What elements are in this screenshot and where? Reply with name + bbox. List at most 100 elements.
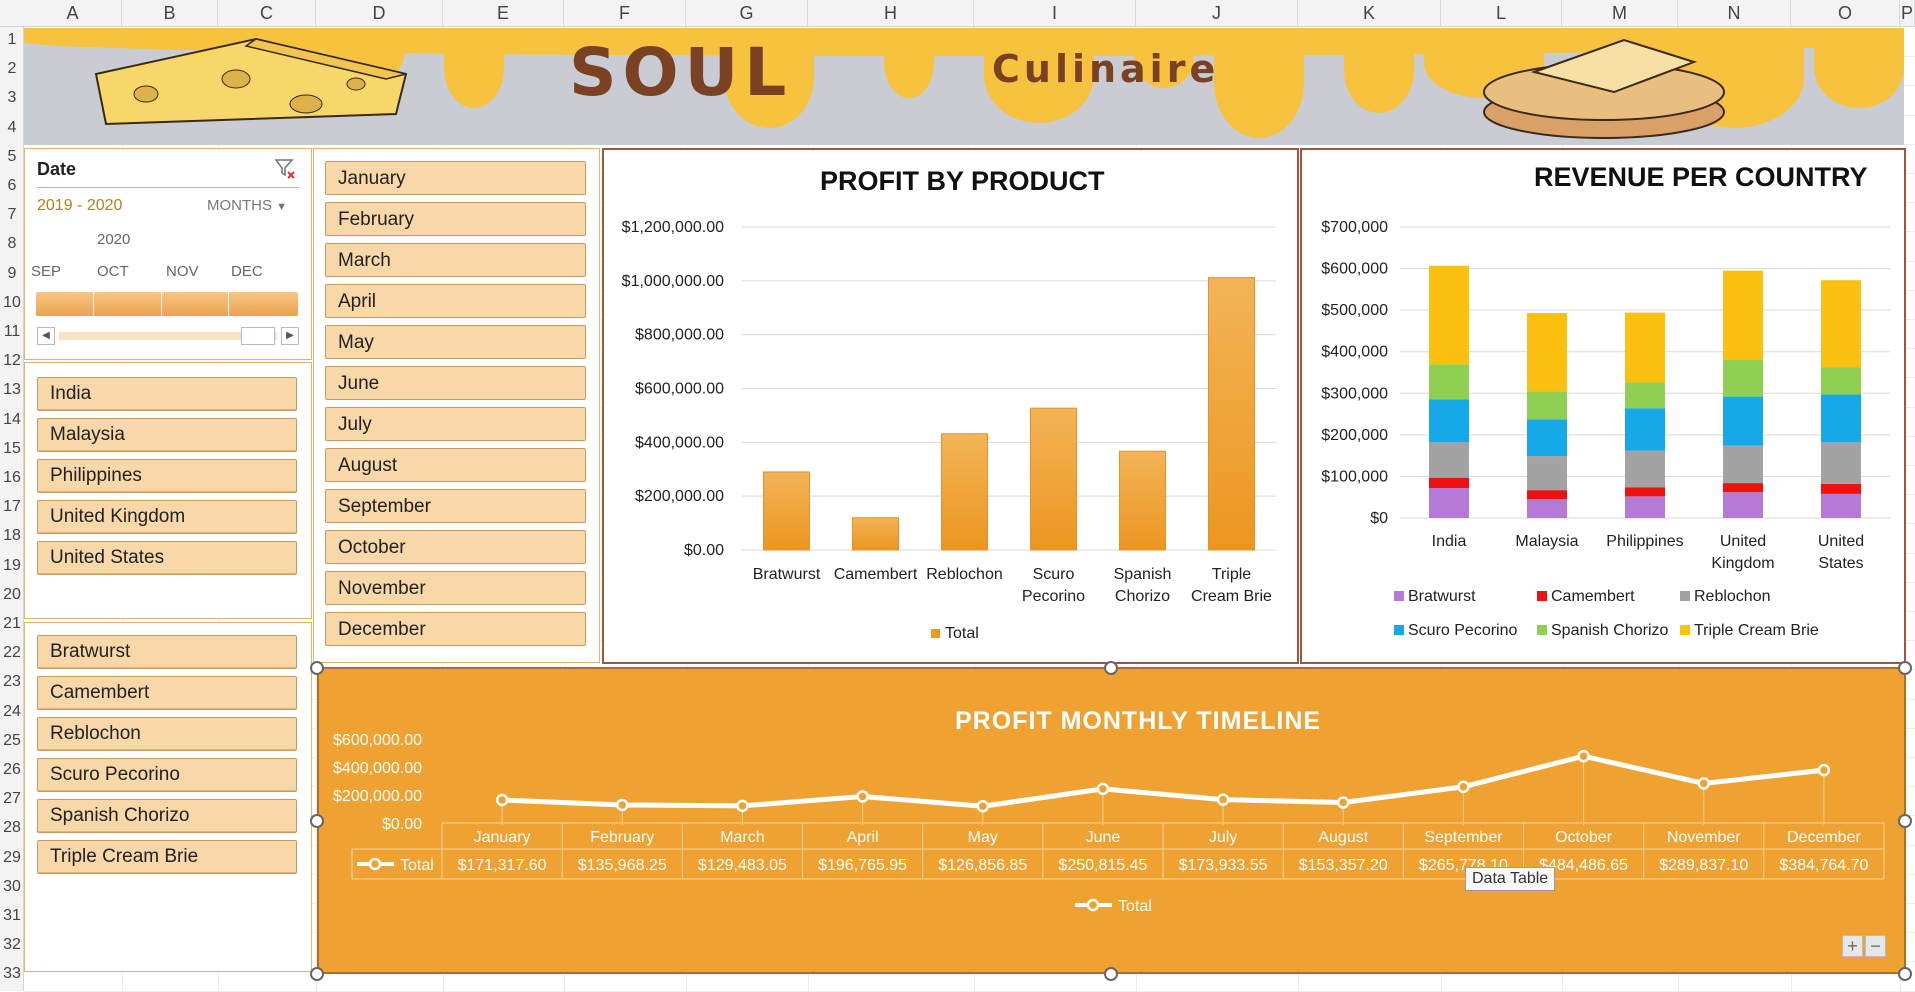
column-header[interactable]: D — [316, 0, 443, 27]
row-header[interactable]: 4 — [0, 119, 24, 137]
clear-filter-icon[interactable] — [273, 157, 297, 186]
row-header[interactable]: 11 — [0, 323, 24, 341]
scroll-thumb[interactable] — [241, 327, 275, 345]
slicer-item[interactable]: Reblochon — [37, 717, 297, 751]
row-header[interactable]: 5 — [0, 148, 24, 166]
column-header[interactable]: P — [1900, 0, 1915, 27]
row-header[interactable]: 12 — [0, 352, 24, 370]
row-header[interactable]: 10 — [0, 294, 24, 312]
slicer-item[interactable]: Camembert — [37, 676, 297, 710]
zoom-out-button[interactable]: − — [1865, 935, 1886, 957]
resize-handle[interactable] — [310, 814, 324, 828]
row-header[interactable]: 21 — [0, 615, 24, 633]
resize-handle[interactable] — [1898, 661, 1912, 675]
resize-handle[interactable] — [1104, 967, 1118, 981]
slicer-item[interactable]: Spanish Chorizo — [37, 799, 297, 833]
column-header[interactable]: L — [1441, 0, 1562, 27]
row-header[interactable]: 26 — [0, 761, 24, 779]
row-header[interactable]: 19 — [0, 557, 24, 575]
row-header[interactable]: 32 — [0, 936, 24, 954]
row-header[interactable]: 8 — [0, 235, 24, 253]
row-header[interactable]: 27 — [0, 790, 24, 808]
month-slicer[interactable]: January February March April May June July Augu… — [313, 148, 600, 663]
slicer-item[interactable]: September — [325, 489, 586, 523]
column-header[interactable]: I — [974, 0, 1136, 27]
column-header[interactable]: B — [122, 0, 218, 27]
resize-handle[interactable] — [1104, 661, 1118, 675]
row-header[interactable]: 20 — [0, 586, 24, 604]
scroll-right-icon[interactable]: ▶ — [281, 327, 299, 345]
timeline-selection-bar[interactable] — [36, 292, 298, 316]
row-header[interactable]: 23 — [0, 673, 24, 691]
row-header[interactable]: 25 — [0, 732, 24, 750]
row-header[interactable]: 28 — [0, 819, 24, 837]
column-header[interactable]: M — [1562, 0, 1678, 27]
slicer-item[interactable]: Philippines — [37, 459, 297, 493]
row-header[interactable]: 2 — [0, 60, 24, 78]
slicer-item[interactable]: July — [325, 407, 586, 441]
row-header[interactable]: 30 — [0, 878, 24, 896]
timeline-scrollbar[interactable]: ◀ ▶ — [37, 327, 299, 345]
slicer-item[interactable]: India — [37, 377, 297, 411]
column-header[interactable]: G — [686, 0, 808, 27]
row-header[interactable]: 7 — [0, 206, 24, 224]
slicer-item[interactable]: December — [325, 612, 586, 646]
slicer-item[interactable]: November — [325, 571, 586, 605]
slicer-item[interactable]: January — [325, 161, 586, 195]
row-header[interactable]: 6 — [0, 177, 24, 195]
slicer-item[interactable]: United Kingdom — [37, 500, 297, 534]
row-header[interactable]: 33 — [0, 965, 24, 983]
revenue-per-country-chart[interactable]: REVENUE PER COUNTRY $0 $100,000 $200,000 $3… — [1300, 148, 1906, 664]
row-header[interactable]: 14 — [0, 411, 24, 429]
zoom-in-button[interactable]: + — [1842, 935, 1863, 957]
column-header[interactable]: H — [808, 0, 974, 27]
row-header[interactable]: 15 — [0, 440, 24, 458]
row-header[interactable]: 17 — [0, 498, 24, 516]
column-header[interactable]: J — [1136, 0, 1298, 27]
row-header[interactable]: 22 — [0, 644, 24, 662]
slicer-item[interactable]: Malaysia — [37, 418, 297, 452]
row-header[interactable]: 1 — [0, 31, 24, 49]
slicer-item[interactable]: October — [325, 530, 586, 564]
slicer-item[interactable]: Scuro Pecorino — [37, 758, 297, 792]
slicer-item[interactable]: February — [325, 202, 586, 236]
stacked-bar-segment — [1429, 364, 1469, 400]
row-header[interactable]: 9 — [0, 265, 24, 283]
slicer-item[interactable]: Bratwurst — [37, 635, 297, 669]
timeline-level-dropdown[interactable]: MONTHS ▼ — [207, 197, 287, 214]
resize-handle[interactable] — [1898, 967, 1912, 981]
country-slicer[interactable]: India Malaysia Philippines United Kingdom Un… — [24, 362, 312, 619]
column-header[interactable]: A — [24, 0, 122, 27]
slicer-item[interactable]: August — [325, 448, 586, 482]
spreadsheet[interactable]: ABCDEFGHIJKLMNOP 1 2 3 4 5 6 7 8 9 10 11 12 13 14 15 16… — [0, 0, 1915, 992]
row-header[interactable]: 18 — [0, 527, 24, 545]
slicer-item[interactable]: Triple Cream Brie — [37, 840, 297, 874]
slicer-item[interactable]: United States — [37, 541, 297, 575]
slicer-item[interactable]: June — [325, 366, 586, 400]
chart-zoom-control[interactable]: + − — [1842, 935, 1886, 959]
resize-handle[interactable] — [1898, 814, 1912, 828]
row-header[interactable]: 31 — [0, 907, 24, 925]
scroll-left-icon[interactable]: ◀ — [37, 327, 55, 345]
slicer-item[interactable]: March — [325, 243, 586, 277]
column-header[interactable]: E — [443, 0, 564, 27]
y-tick-label: $1,200,000.00 — [622, 219, 724, 236]
resize-handle[interactable] — [310, 661, 324, 675]
product-slicer[interactable]: Bratwurst Camembert Reblochon Scuro Pecorin… — [24, 622, 312, 972]
column-header[interactable]: C — [218, 0, 316, 27]
row-header[interactable]: 3 — [0, 89, 24, 107]
row-header[interactable]: 29 — [0, 849, 24, 867]
column-header[interactable]: F — [564, 0, 686, 27]
column-header[interactable]: K — [1298, 0, 1441, 27]
resize-handle[interactable] — [310, 967, 324, 981]
row-header[interactable]: 13 — [0, 381, 24, 399]
profit-by-product-chart[interactable]: PROFIT BY PRODUCT $0.00 $200,000.00 $400,0… — [602, 148, 1299, 664]
profit-monthly-timeline-chart[interactable]: PROFIT MONTHLY TIMELINE $0.00 $200,000.00… — [317, 667, 1906, 974]
row-header[interactable]: 24 — [0, 703, 24, 721]
row-header[interactable]: 16 — [0, 469, 24, 487]
slicer-item[interactable]: May — [325, 325, 586, 359]
column-header[interactable]: N — [1678, 0, 1791, 27]
column-header[interactable]: O — [1791, 0, 1900, 27]
date-timeline-slicer[interactable]: Date 2019 - 2020 MONTHS ▼ 2020 SEP OCT N… — [24, 148, 312, 360]
slicer-item[interactable]: April — [325, 284, 586, 318]
